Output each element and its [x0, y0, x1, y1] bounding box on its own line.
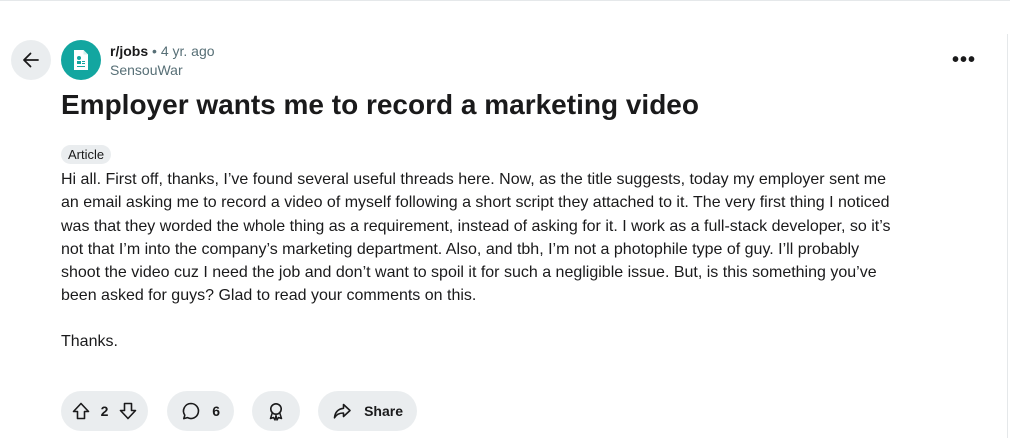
upvote-arrow-icon[interactable]	[71, 401, 91, 421]
body-line: was that they worded the whole thing as …	[61, 217, 891, 235]
comment-bubble-icon	[181, 401, 201, 421]
post-body: Hi all. First off, thanks, I’ve found se…	[61, 168, 981, 353]
subreddit-link[interactable]: r/jobs	[110, 43, 148, 59]
subreddit-avatar-icon	[72, 49, 90, 71]
comments-button[interactable]: 6	[167, 391, 234, 431]
right-divider	[1007, 34, 1008, 438]
share-arrow-icon	[332, 401, 352, 421]
award-button[interactable]	[252, 391, 300, 431]
comment-count: 6	[212, 403, 220, 419]
body-line: been asked for guys? Glad to read your c…	[61, 287, 477, 305]
post-age: 4 yr. ago	[160, 43, 215, 59]
body-line: shoot the video cuz I need the job and d…	[61, 264, 877, 282]
vote-score: 2	[100, 403, 109, 419]
vote-bar: 2	[61, 391, 148, 431]
subreddit-avatar[interactable]	[61, 40, 101, 80]
body-signoff: Thanks.	[61, 332, 118, 350]
share-label: Share	[364, 403, 403, 419]
body-line: not that I’m into the company’s marketin…	[61, 240, 860, 258]
back-button[interactable]	[11, 40, 51, 80]
body-line: Hi all. First off, thanks, I’ve found se…	[61, 171, 886, 188]
author-link[interactable]: SensouWar	[110, 61, 215, 79]
body-line: an email asking me to record a video of …	[61, 194, 890, 212]
meta-separator: •	[152, 43, 157, 59]
post-meta: r/jobs • 4 yr. ago SensouWar	[110, 42, 215, 79]
post-flair[interactable]: Article	[61, 145, 112, 164]
share-button[interactable]: Share	[318, 391, 417, 431]
award-icon	[266, 401, 286, 421]
overflow-menu-button[interactable]: •••	[946, 46, 982, 74]
arrow-left-icon	[21, 50, 41, 70]
post-title: Employer wants me to record a marketing …	[61, 89, 699, 120]
downvote-arrow-icon[interactable]	[118, 401, 138, 421]
top-divider	[0, 0, 1010, 1]
